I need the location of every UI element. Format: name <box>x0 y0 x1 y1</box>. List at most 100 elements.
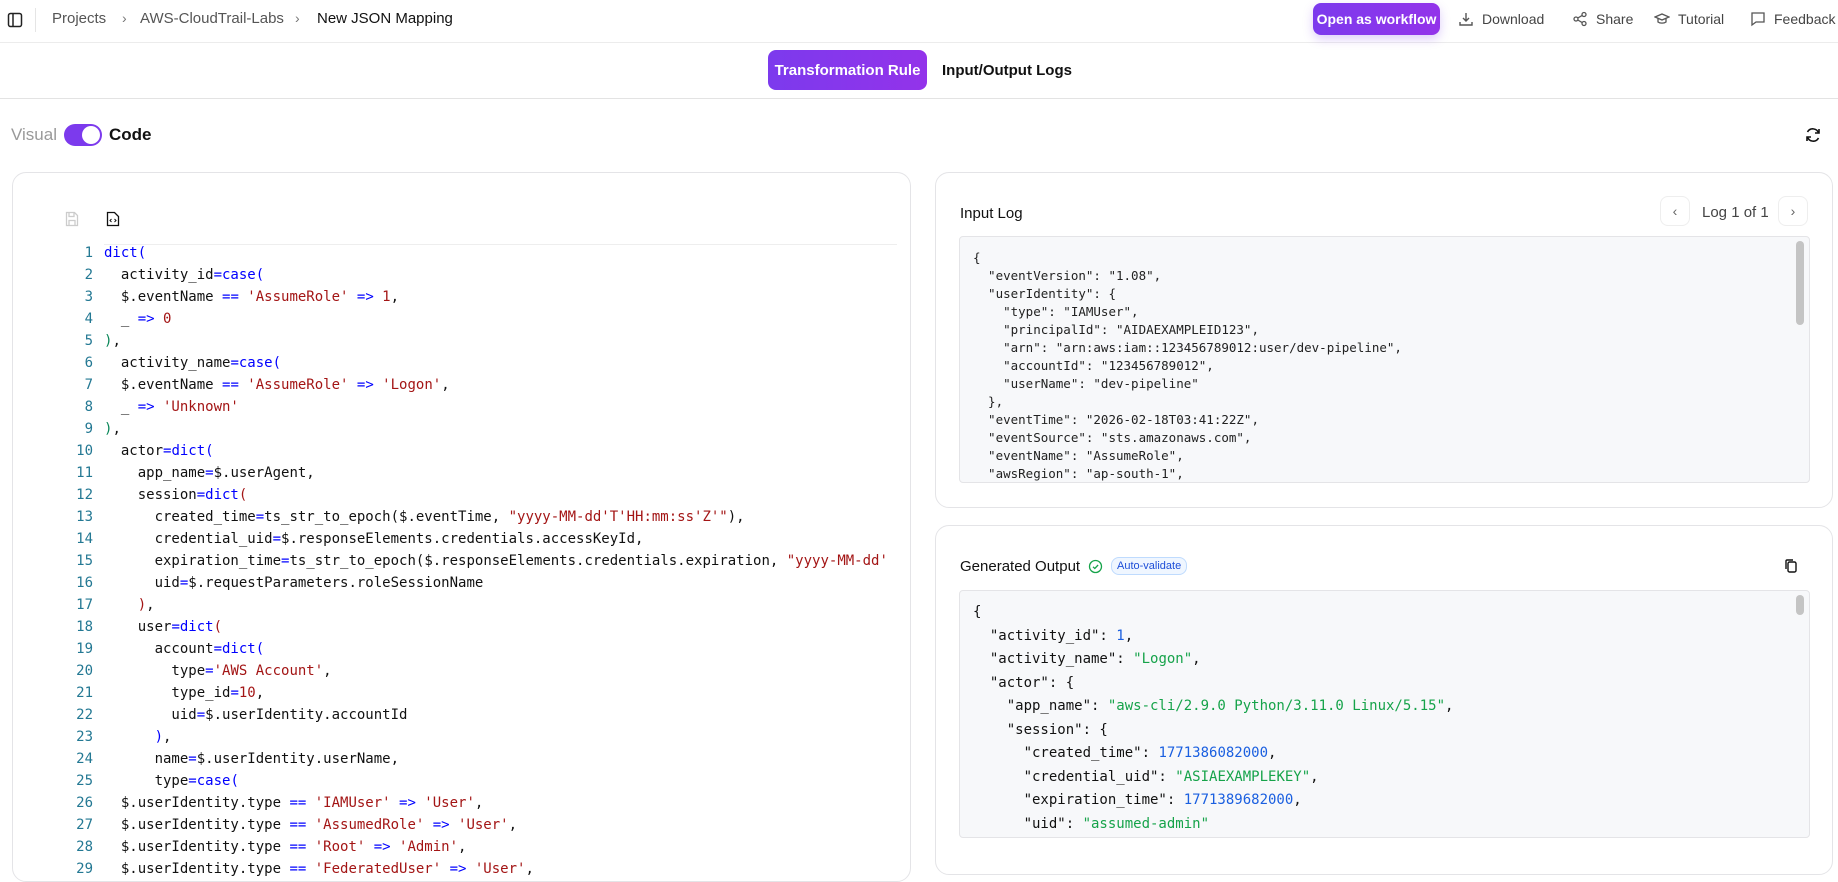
chevron-right-icon: › <box>1790 203 1796 219</box>
code-token: , <box>441 377 450 393</box>
toggle-knob <box>82 126 100 144</box>
line-number: 29 <box>76 861 93 877</box>
code-token: =case( <box>230 355 282 371</box>
generated-output-title: Generated Output <box>960 558 1081 575</box>
tab-input-output-logs[interactable]: Input/Output Logs <box>942 62 1072 79</box>
output-viewer[interactable]: { "activity_id": 1, "activity_name": "Lo… <box>959 590 1810 838</box>
previous-log-button[interactable]: ‹ <box>1660 196 1690 226</box>
code-line: credential_uid=$.responseElements.creden… <box>104 531 644 547</box>
code-token: , <box>458 839 467 855</box>
code-token: credential_uid <box>104 531 273 547</box>
code-token: =dict <box>196 487 239 503</box>
download-button[interactable]: Download <box>1458 11 1544 27</box>
save-icon[interactable] <box>65 211 79 227</box>
code-line: uid=$.requestParameters.roleSessionName <box>104 575 484 591</box>
line-number: 22 <box>76 707 93 723</box>
input-log-viewer[interactable]: { "eventVersion": "1.08", "userIdentity"… <box>959 236 1810 483</box>
line-number: 16 <box>76 575 93 591</box>
breadcrumb-separator: › <box>295 10 300 26</box>
json-line: "eventName": "AssumeRole", <box>973 448 1184 463</box>
line-number: 20 <box>76 663 93 679</box>
json-token: 1771389682000 <box>1183 792 1294 808</box>
breadcrumb-current: New JSON Mapping <box>317 10 453 27</box>
code-line: type='AWS Account', <box>104 663 331 679</box>
code-line: $.eventName == 'AssumeRole' => 1, <box>104 289 399 305</box>
tab-transformation-rule[interactable]: Transformation Rule <box>768 50 927 90</box>
json-line: "expiration_time": 1771389682000, <box>973 789 1453 813</box>
feedback-label: Feedback <box>1774 11 1836 27</box>
code-token: 'AssumeRole' <box>238 377 357 393</box>
json-line: "userName": "dev-pipeline" <box>973 376 1199 391</box>
next-log-button[interactable]: › <box>1778 196 1808 226</box>
breadcrumb-project[interactable]: AWS-CloudTrail-Labs <box>140 10 284 27</box>
auto-validate-badge[interactable]: Auto-validate <box>1111 557 1188 575</box>
json-token: , <box>1293 792 1302 808</box>
input-log-panel: Input Log ‹ Log 1 of 1 › { "eventVersion… <box>935 172 1833 508</box>
refresh-icon[interactable] <box>1804 126 1822 144</box>
input-log-title: Input Log <box>960 205 1023 222</box>
generated-output-panel: Generated Output Auto-validate { "activi… <box>935 525 1833 875</box>
code-token: ( <box>238 487 248 503</box>
code-token: , <box>255 685 265 701</box>
code-line: $.userIdentity.type == 'FederatedUser' =… <box>104 861 534 877</box>
code-token: expiration_time <box>104 553 282 569</box>
code-token: created_time <box>104 509 256 525</box>
code-line: account=dict( <box>104 641 265 657</box>
check-circle-icon <box>1088 559 1103 574</box>
code-editor-panel: 1 dict(2 activity_id=case(3 $.eventName =… <box>12 172 911 882</box>
open-as-workflow-button[interactable]: Open as workflow <box>1313 3 1440 35</box>
json-token: "uid": <box>973 815 1083 832</box>
line-number: 1 <box>84 245 93 261</box>
code-token: 'User' <box>466 861 526 877</box>
code-token: session <box>104 487 197 503</box>
feedback-button[interactable]: Feedback <box>1750 11 1835 27</box>
line-number: 11 <box>76 465 93 481</box>
line-number: 9 <box>84 421 93 437</box>
code-token: ts_str_to_epoch($.responseElements.crede… <box>289 553 787 569</box>
file-code-icon[interactable] <box>106 211 120 227</box>
code-token: , <box>146 597 155 613</box>
tab-bar: Transformation Rule Input/Output Logs <box>0 43 1838 99</box>
code-token: 1 <box>373 289 391 305</box>
output-json: { "activity_id": 1, "activity_name": "Lo… <box>973 601 1453 837</box>
code-token: = <box>205 465 214 481</box>
json-token: , <box>1268 745 1277 761</box>
code-token: _ <box>104 399 138 415</box>
share-label: Share <box>1596 11 1634 27</box>
code-token: actor <box>104 443 164 459</box>
json-line: "session": { <box>973 719 1453 743</box>
code-line: actor=dict( <box>104 443 214 459</box>
code-token: = <box>255 509 265 525</box>
breadcrumb-projects[interactable]: Projects <box>52 10 106 27</box>
code-line: ), <box>104 597 155 613</box>
sidebar-toggle-icon[interactable] <box>7 12 23 28</box>
code-token: => <box>356 377 374 393</box>
message-icon <box>1751 12 1765 27</box>
copy-icon[interactable] <box>1783 558 1799 574</box>
code-token: 'IAMUser' <box>306 795 400 811</box>
json-token: , <box>1192 651 1201 667</box>
line-number: 25 <box>76 773 93 789</box>
scrollbar[interactable] <box>1796 241 1804 325</box>
json-token: , <box>1124 627 1134 644</box>
visual-code-toggle[interactable] <box>64 124 102 146</box>
code-token: = <box>188 751 197 767</box>
code-token: app_name <box>104 465 206 481</box>
code-token: $.eventName <box>104 377 223 393</box>
json-line: "eventVersion": "1.08", <box>973 268 1162 283</box>
json-token: "created_time": <box>973 745 1159 761</box>
code-token: , <box>112 421 121 437</box>
code-token: ), <box>727 509 745 525</box>
code-token: 'Root' <box>306 839 374 855</box>
scrollbar[interactable] <box>1796 595 1804 615</box>
tutorial-button[interactable]: Tutorial <box>1654 11 1724 27</box>
input-log-json: { "eventVersion": "1.08", "userIdentity"… <box>973 249 1402 482</box>
code-line: $.eventName == 'AssumeRole' => 'Logon', <box>104 377 450 393</box>
code-line: name=$.userIdentity.userName, <box>104 751 399 767</box>
code-line: ), <box>104 333 121 349</box>
json-token: "session": { <box>973 721 1108 738</box>
code-token: user <box>104 619 172 635</box>
share-button[interactable]: Share <box>1572 11 1633 27</box>
code-token: , <box>390 289 400 305</box>
line-number: 18 <box>76 619 93 635</box>
